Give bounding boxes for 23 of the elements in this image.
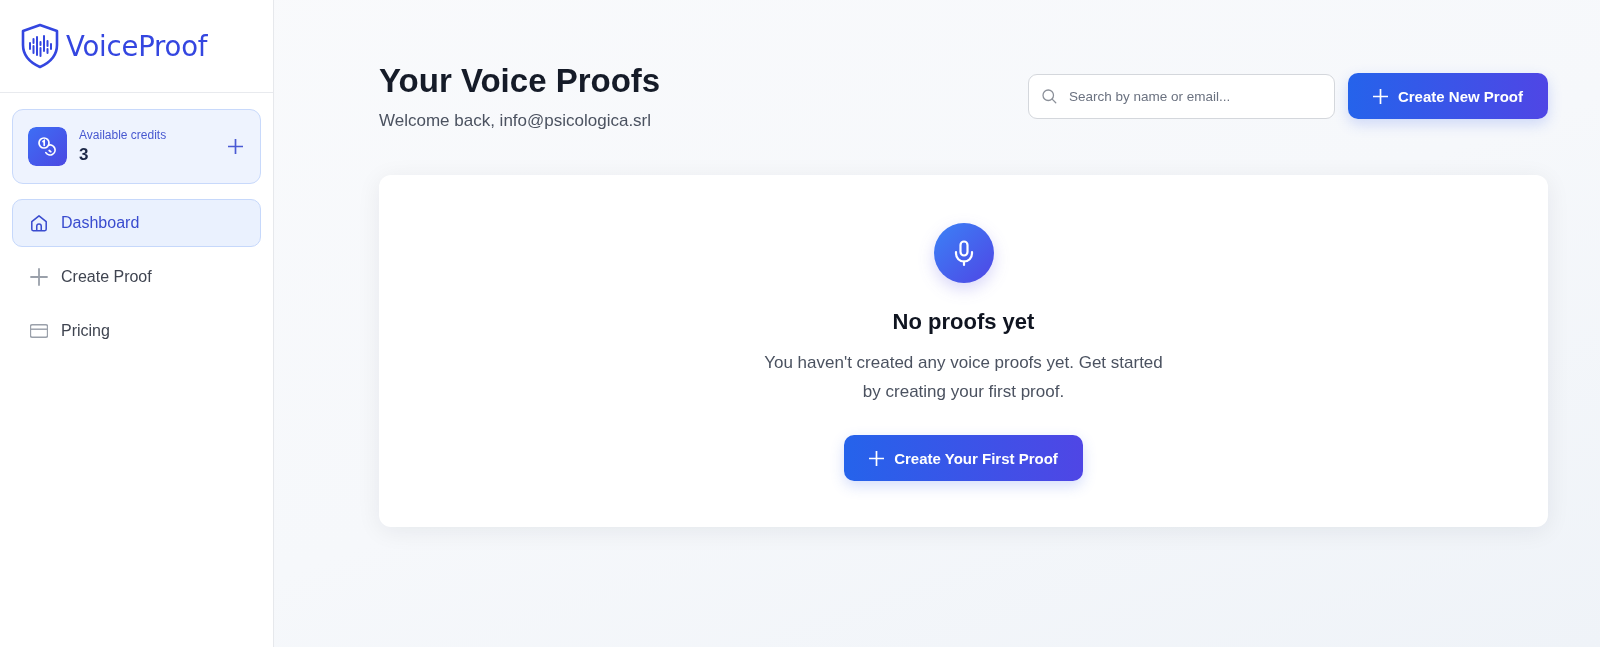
nav-item[interactable]: Pricing: [12, 307, 261, 355]
plus-icon: [1372, 88, 1388, 104]
plus-icon: [869, 450, 885, 466]
shield-logo-icon: [20, 23, 60, 69]
welcome-text: Welcome back, info@psicologica.srl: [379, 110, 652, 131]
microphone-icon: [933, 223, 994, 283]
create-new-proof-button[interactable]: Create New Proof: [1347, 73, 1548, 119]
credits-value: 3: [79, 145, 89, 165]
coins-icon: [28, 127, 67, 166]
credit-card-icon: [30, 322, 48, 340]
page-title: Your Voice Proofs: [379, 61, 661, 100]
create-first-proof-button[interactable]: Create Your First Proof: [844, 435, 1083, 481]
nav-item[interactable]: Dashboard: [12, 199, 261, 247]
add-credits-icon[interactable]: [228, 139, 243, 154]
empty-state-title: No proofs yet: [892, 308, 1035, 336]
credits-label: Available credits: [79, 128, 167, 142]
search-icon: [1039, 86, 1058, 105]
plus-icon: [30, 268, 48, 286]
logo-text: VoiceProof: [66, 30, 208, 62]
home-icon: [30, 214, 48, 232]
empty-state-message: You haven't created any voice proofs yet. Get started by creating your first proof.: [763, 352, 1164, 403]
nav-item[interactable]: Create Proof: [12, 253, 261, 301]
search-field[interactable]: Search by name or email...: [1027, 73, 1335, 119]
